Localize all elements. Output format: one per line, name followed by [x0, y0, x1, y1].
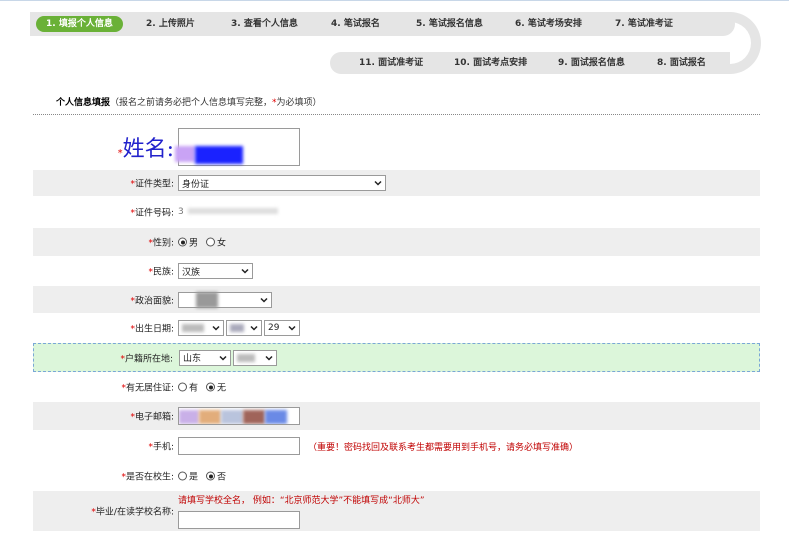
email-label: *电子邮箱: — [130, 412, 174, 423]
radio-checked-icon[interactable] — [178, 237, 187, 247]
row-id-number: *证件号码: 3 — [33, 197, 760, 227]
chevron-down-icon — [212, 325, 220, 331]
step-8-interview-register[interactable]: 8. 面试报名 — [657, 56, 706, 70]
mobile-hint: （重要！密码找回及联系考生都需要用到手机号，请务必填写准确） — [308, 442, 579, 453]
birth-year-select[interactable] — [178, 320, 224, 336]
chevron-down-icon — [265, 355, 273, 361]
row-gender: *性别: 男 女 — [33, 228, 760, 256]
step-1-fill-info[interactable]: 1. 填报个人信息 — [36, 16, 123, 32]
row-birth-date: *出生日期: 29 — [33, 314, 760, 342]
gender-male-option[interactable]: 男 — [178, 236, 198, 249]
residence-permit-no-option[interactable]: 无 — [206, 381, 226, 394]
in-school-label: *是否在校生: — [121, 472, 174, 483]
hukou-label: *户籍所在地: — [120, 354, 173, 364]
row-email: *电子邮箱: — [33, 402, 760, 430]
school-name-input[interactable] — [178, 511, 300, 529]
step-3-view-info[interactable]: 3. 查看个人信息 — [231, 17, 298, 31]
in-school-no-option[interactable]: 否 — [206, 470, 226, 483]
birth-month-select[interactable] — [226, 320, 262, 336]
ethnicity-select[interactable]: 汉族 — [178, 263, 253, 279]
step-4-written-register[interactable]: 4. 笔试报名 — [331, 17, 380, 31]
chevron-down-icon — [260, 297, 268, 303]
section-title: 个人信息填报（报名之前请务必把个人信息填写完整，*为必填项） — [56, 98, 322, 108]
chevron-down-icon — [241, 268, 249, 274]
hukou-province-select[interactable]: 山东 — [179, 349, 231, 366]
section-title-text: 个人信息填报 — [56, 98, 111, 108]
political-status-label: *政治面貌: — [130, 296, 174, 306]
step-2-upload-photo[interactable]: 2. 上传照片 — [146, 17, 195, 31]
political-status-select[interactable] — [178, 291, 272, 308]
id-type-label: *证件类型: — [130, 179, 174, 190]
row-in-school: *是否在校生: 是 否 — [33, 462, 760, 490]
step-5-written-info[interactable]: 5. 笔试报名信息 — [416, 17, 483, 31]
chevron-down-icon — [219, 355, 227, 361]
step-9-interview-info[interactable]: 9. 面试报名信息 — [558, 56, 625, 70]
row-hukou: *户籍所在地: 山东 — [33, 343, 760, 372]
name-label: *姓名: — [117, 137, 174, 162]
name-input[interactable] — [175, 128, 300, 166]
step-7-written-ticket[interactable]: 7. 笔试准考证 — [615, 17, 673, 31]
mobile-label: *手机: — [148, 442, 174, 453]
residence-permit-yes-option[interactable]: 有 — [178, 381, 198, 394]
mobile-input[interactable] — [178, 437, 300, 455]
residence-permit-label: *有无居住证: — [121, 383, 174, 394]
email-input[interactable] — [178, 407, 300, 425]
id-type-select[interactable]: 身份证 — [178, 175, 386, 191]
row-mobile: *手机: （重要！密码找回及联系考生都需要用到手机号，请务必填写准确） — [33, 431, 760, 461]
row-name: *姓名: — [33, 125, 760, 169]
hukou-city-select[interactable] — [233, 349, 277, 366]
radio-checked-icon[interactable] — [206, 471, 216, 481]
school-name-label: *毕业/在读学校名称: — [91, 507, 174, 518]
radio-unchecked-icon[interactable] — [206, 237, 216, 247]
row-political-status: *政治面貌: — [33, 286, 760, 313]
chevron-down-icon — [288, 325, 296, 331]
step-6-written-room[interactable]: 6. 笔试考场安排 — [515, 17, 582, 31]
gender-label: *性别: — [148, 238, 174, 249]
radio-unchecked-icon[interactable] — [178, 382, 187, 392]
birth-date-label: *出生日期: — [130, 324, 174, 335]
id-number-label: *证件号码: — [130, 208, 174, 219]
radio-unchecked-icon[interactable] — [178, 471, 187, 481]
row-id-type: *证件类型: 身份证 — [33, 170, 760, 196]
step-11-interview-ticket[interactable]: 11. 面试准考证 — [359, 56, 423, 70]
ethnicity-label: *民族: — [148, 267, 174, 278]
section-divider — [33, 114, 760, 115]
birth-day-select[interactable]: 29 — [264, 320, 300, 336]
row-residence-permit: *有无居住证: 有 无 — [33, 373, 760, 401]
step-navigation: 1. 填报个人信息 2. 上传照片 3. 查看个人信息 4. 笔试报名 5. 笔… — [0, 0, 789, 80]
in-school-yes-option[interactable]: 是 — [178, 470, 198, 483]
radio-checked-icon[interactable] — [206, 382, 216, 392]
row-ethnicity: *民族: 汉族 — [33, 257, 760, 285]
step-10-interview-site[interactable]: 10. 面试考点安排 — [454, 56, 527, 70]
chevron-down-icon — [374, 180, 382, 186]
gender-female-option[interactable]: 女 — [206, 236, 226, 249]
row-school-name: *毕业/在读学校名称: 请填写学校全名， 例如：“北京师范大学”不能填写成“北师… — [33, 491, 760, 531]
school-name-hint: 请填写学校全名， 例如：“北京师范大学”不能填写成“北师大” — [178, 496, 425, 506]
id-number-value: 3 — [178, 207, 278, 217]
chevron-down-icon — [250, 325, 258, 331]
